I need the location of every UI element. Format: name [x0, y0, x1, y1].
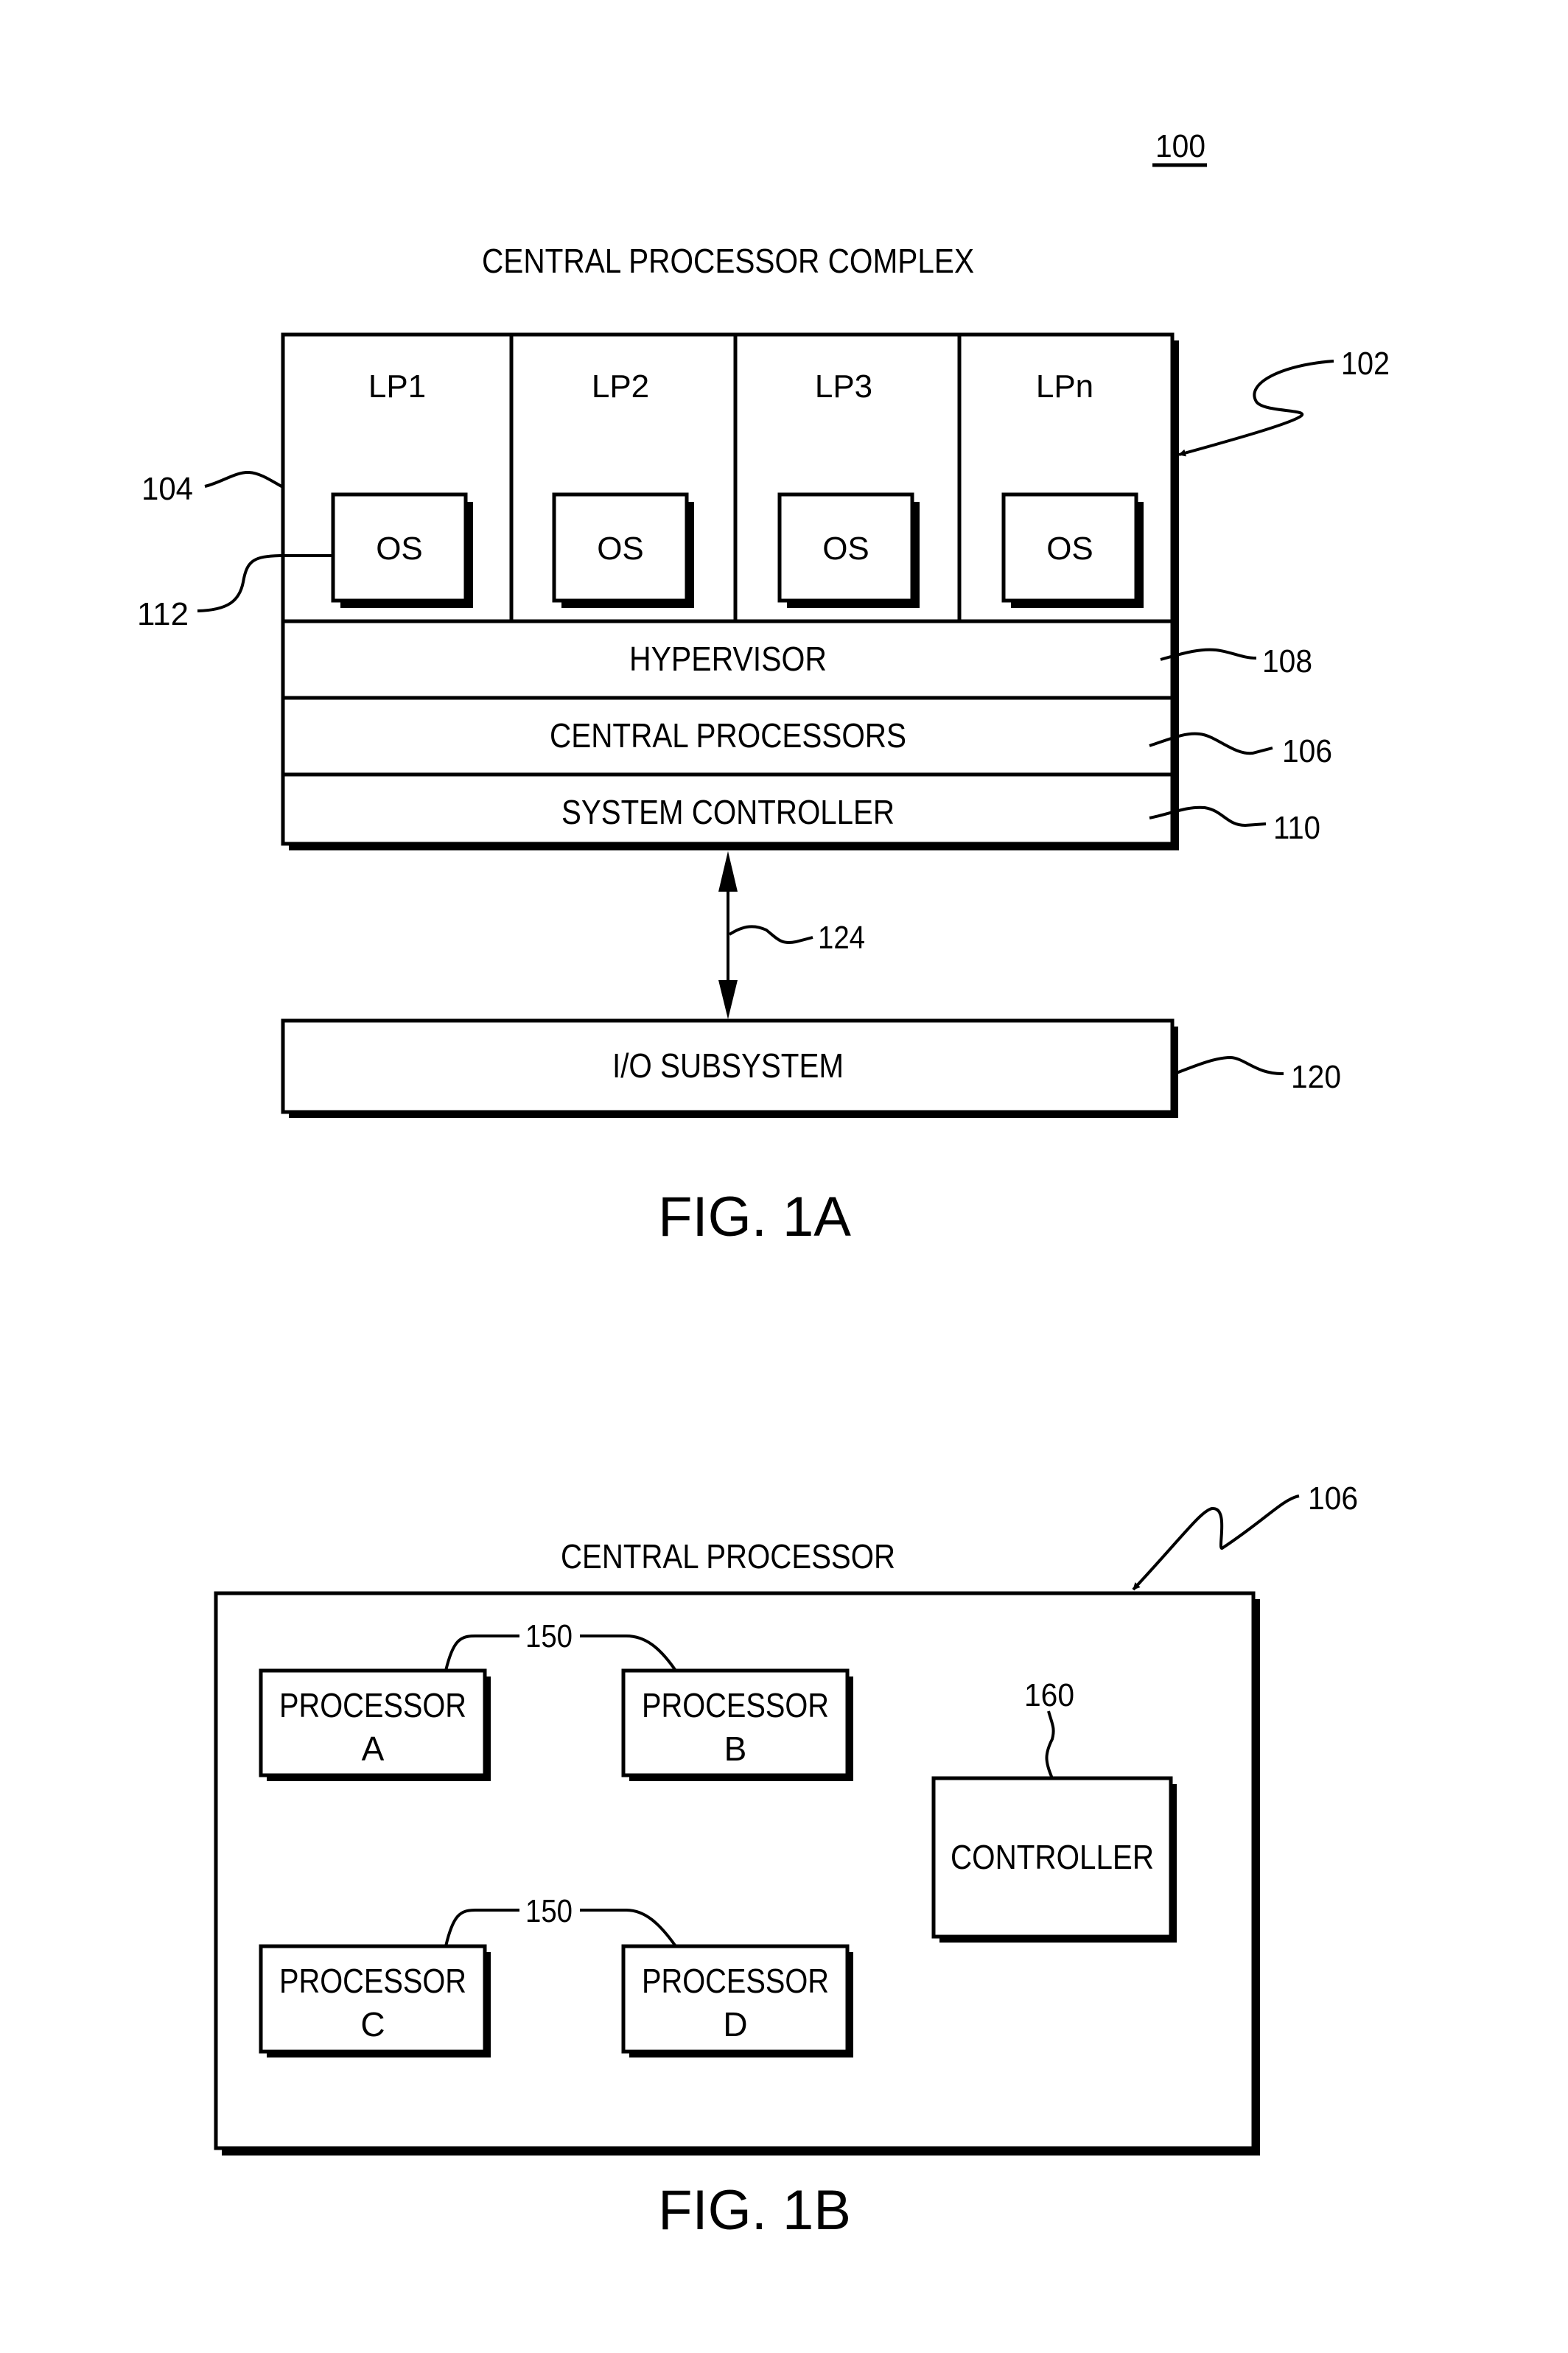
ref-112-label: 112 — [137, 596, 189, 632]
ref-102-leader-arrow — [1178, 360, 1334, 457]
fig1b-caption: FIG. 1B — [658, 2179, 851, 2242]
patent-figure-sheet: 100 CENTRAL PROCESSOR COMPLEX LP1 OS LP2… — [137, 128, 1390, 2242]
processor-c-label-line2: C — [360, 2005, 385, 2043]
ref-124-leader — [728, 925, 813, 944]
partition-label: LP1 — [368, 368, 426, 405]
fig1a-caption: FIG. 1A — [658, 1186, 851, 1248]
processor-b[interactable]: PROCESSOR B — [621, 1668, 853, 1781]
processor-d-label-line2: D — [723, 2005, 747, 2043]
hypervisor-layer-label[interactable]: HYPERVISOR — [629, 640, 827, 678]
ref-106b-label: 106 — [1308, 1480, 1358, 1517]
ref-108-label: 108 — [1262, 643, 1312, 679]
ref-124-label: 124 — [818, 920, 865, 956]
processor-b-label-line1: PROCESSOR — [642, 1686, 829, 1724]
central-processors-layer-label[interactable]: CENTRAL PROCESSORS — [550, 716, 906, 755]
ref-106b-leader-arrow — [1132, 1494, 1300, 1591]
processor-c[interactable]: PROCESSOR C — [259, 1944, 491, 2057]
ref-104-label: 104 — [141, 471, 193, 507]
ref-120-label: 120 — [1291, 1059, 1341, 1095]
ref-102-label: 102 — [1341, 346, 1390, 382]
figure-ref-label: 100 — [1155, 128, 1205, 164]
processor-d[interactable]: PROCESSOR D — [621, 1944, 853, 2057]
processor-b-label-line2: B — [724, 1730, 747, 1768]
ref-150-bottom-label: 150 — [525, 1893, 573, 1929]
processor-a-label-line2: A — [362, 1730, 385, 1768]
fig1a-title: CENTRAL PROCESSOR COMPLEX — [482, 242, 974, 280]
processor-a-label-line1: PROCESSOR — [279, 1686, 466, 1724]
ref-104-leader — [204, 470, 284, 489]
processor-a[interactable]: PROCESSOR A — [259, 1668, 491, 1781]
io-subsystem-label: I/O SUBSYSTEM — [612, 1046, 844, 1085]
os-label: OS — [376, 531, 423, 567]
fig1b-title: CENTRAL PROCESSOR — [561, 1537, 895, 1576]
io-link-arrowhead-down — [718, 980, 738, 1019]
controller[interactable]: CONTROLLER — [931, 1776, 1177, 1943]
system-controller-layer-label[interactable]: SYSTEM CONTROLLER — [561, 793, 895, 831]
controller-label: CONTROLLER — [951, 1838, 1154, 1876]
partition-label: LP2 — [592, 368, 649, 405]
os-label: OS — [1046, 531, 1093, 567]
ref-106-label: 106 — [1282, 733, 1332, 769]
os-label: OS — [597, 531, 644, 567]
partition-label: LPn — [1036, 368, 1093, 405]
ref-150-top-label: 150 — [525, 1618, 573, 1654]
processor-c-label-line1: PROCESSOR — [279, 1962, 466, 2000]
os-label: OS — [822, 531, 869, 567]
ref-110-label: 110 — [1273, 810, 1320, 846]
ref-160-label: 160 — [1024, 1677, 1074, 1713]
partition-label: LP3 — [815, 368, 872, 405]
io-link-arrowhead-up — [718, 851, 738, 892]
ref-120-leader — [1174, 1055, 1284, 1076]
processor-d-label-line1: PROCESSOR — [642, 1962, 829, 2000]
